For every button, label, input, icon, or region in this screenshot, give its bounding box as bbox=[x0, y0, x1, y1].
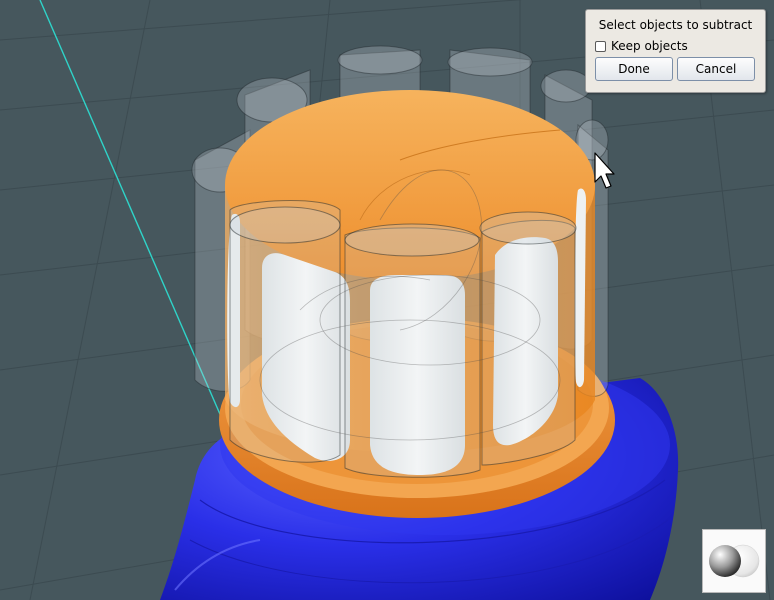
keep-objects-row[interactable]: Keep objects bbox=[595, 38, 688, 54]
keep-objects-label: Keep objects bbox=[611, 39, 688, 53]
cancel-button[interactable]: Cancel bbox=[677, 57, 755, 81]
cutter-cylinders-front bbox=[229, 200, 577, 478]
shading-mode-button[interactable] bbox=[702, 529, 766, 593]
dialog-title: Select objects to subtract bbox=[598, 18, 753, 32]
keep-objects-checkbox[interactable] bbox=[595, 40, 606, 52]
done-button[interactable]: Done bbox=[595, 57, 673, 81]
shading-spheres-icon bbox=[709, 544, 760, 578]
subtract-dialog: Select objects to subtract Keep objects … bbox=[585, 9, 766, 93]
